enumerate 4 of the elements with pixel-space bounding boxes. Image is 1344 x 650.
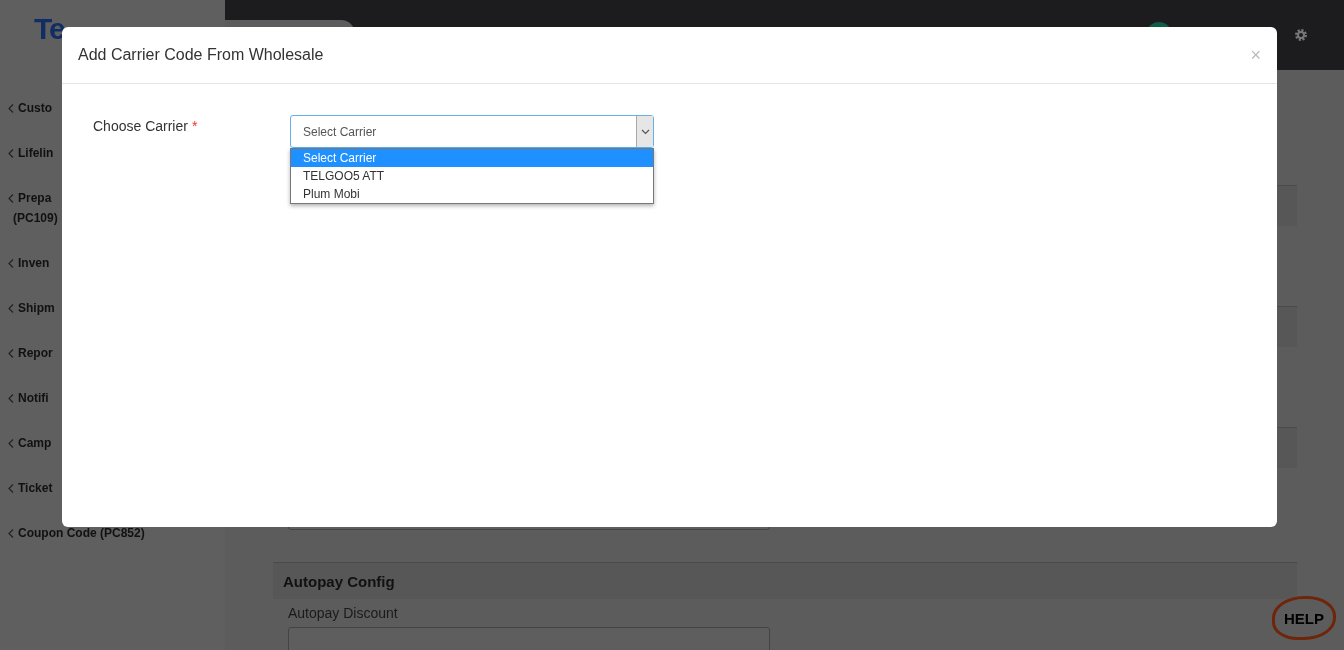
modal-title: Add Carrier Code From Wholesale xyxy=(78,46,324,64)
section-title: Autopay Config xyxy=(273,562,1297,599)
logo: Te xyxy=(34,12,65,46)
field-label: Choose Carrier * xyxy=(93,117,199,134)
